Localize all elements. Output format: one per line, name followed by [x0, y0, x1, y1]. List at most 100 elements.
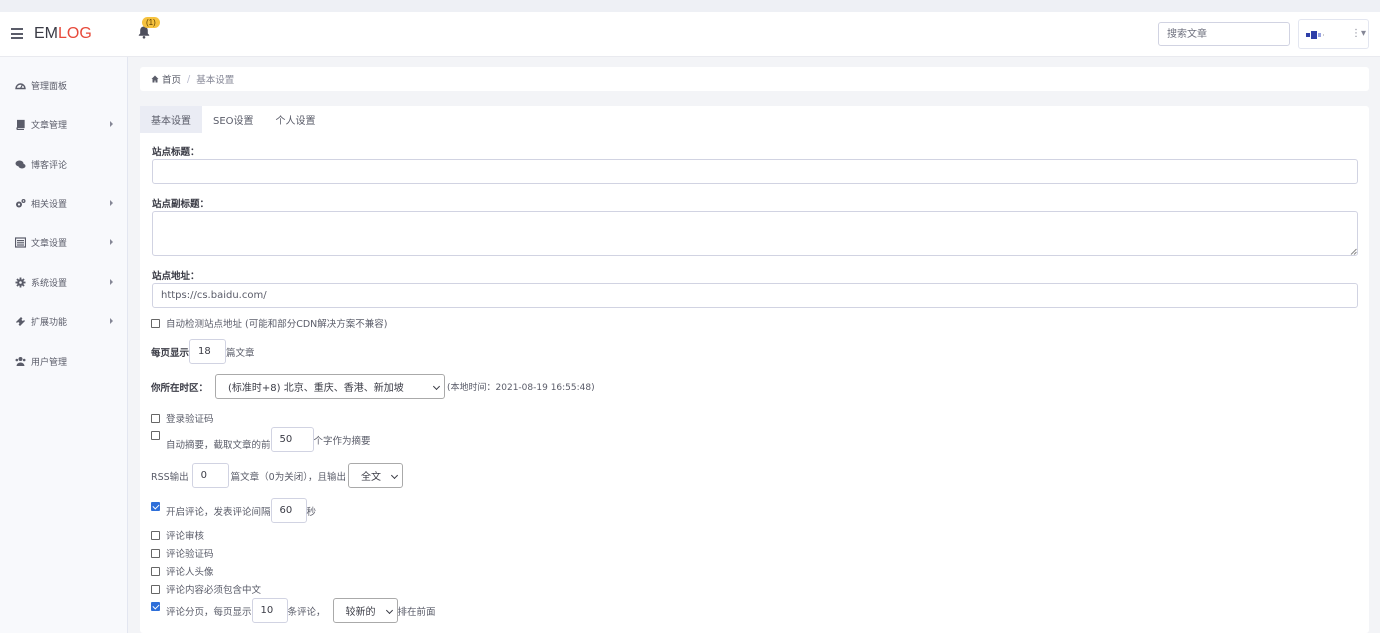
auto-detect-url-checkbox[interactable]: [151, 318, 160, 328]
comment-order-value: 较新的: [345, 607, 376, 618]
sidebar-item-related-settings[interactable]: 相关设置: [0, 186, 128, 220]
auto-excerpt-input[interactable]: [270, 427, 314, 452]
comment-review-option: 评论审核: [151, 528, 204, 542]
settings-card: 基本设置 SEO设置 个人设置 站点标题： 站点副标题： 站点地址： 自动检测站…: [140, 106, 1369, 633]
home-icon: [151, 75, 159, 83]
comment-chinese-checkbox[interactable]: [151, 584, 160, 594]
rss-row: RSS输出 篇文章（0为关闭），且输出 全文: [151, 463, 403, 488]
user-menu-chevron-icon: ⋮▾: [1351, 28, 1367, 39]
timezone-value: (标准时+8) 北京、重庆、香港、新加坡: [228, 383, 404, 394]
brand-log: LOG: [58, 25, 92, 42]
auto-excerpt-prefix: 自动摘要，截取文章的前: [166, 439, 271, 451]
comment-paging-option: 评论分页，每页显示 条评论， 较新的 排在前面: [151, 598, 436, 623]
comment-captcha-option: 评论验证码: [151, 546, 214, 560]
sidebar-item-article-settings[interactable]: 文章设置: [0, 225, 128, 259]
tab-personal-settings[interactable]: 个人设置: [265, 106, 327, 133]
breadcrumb-home-link[interactable]: 首页: [162, 72, 181, 86]
comment-paging-middle: 条评论，: [287, 606, 326, 618]
comment-avatar-checkbox[interactable]: [151, 566, 160, 576]
list-icon: [15, 236, 26, 248]
comments-enable-checkbox[interactable]: [151, 502, 160, 511]
sidebar-item-dashboard[interactable]: 管理面板: [0, 68, 128, 102]
caret-right-icon: [110, 121, 113, 127]
tab-seo-settings[interactable]: SEO设置: [202, 106, 265, 133]
caret-right-icon: [110, 279, 113, 285]
login-captcha-label: 登录验证码: [166, 414, 214, 425]
sidebar-item-posts[interactable]: 文章管理: [0, 107, 128, 141]
brand-em: EM: [34, 25, 58, 42]
sidebar-item-label: 文章管理: [31, 120, 68, 131]
sidebar-item-label: 扩展功能: [31, 317, 68, 328]
per-page-suffix: 篇文章: [226, 347, 255, 359]
tab-basic-settings[interactable]: 基本设置: [140, 106, 202, 133]
local-time-text: (本地时间：2021-08-19 16:55:48): [447, 383, 595, 393]
breadcrumb-separator: /: [187, 73, 191, 85]
brand-logo[interactable]: EMLOG: [34, 25, 92, 43]
resize-grip-icon[interactable]: [1350, 248, 1357, 255]
auto-excerpt-checkbox[interactable]: [151, 431, 160, 440]
comment-review-label: 评论审核: [166, 531, 205, 542]
rss-mode-value: 全文: [360, 472, 381, 483]
avatar: [1306, 31, 1324, 39]
comments-enable-suffix: 秒: [306, 506, 317, 518]
sidebar-item-extensions[interactable]: 扩展功能: [0, 304, 128, 338]
caret-right-icon: [110, 239, 113, 245]
site-subtitle-textarea[interactable]: [152, 211, 1358, 256]
comment-captcha-label: 评论验证码: [166, 549, 214, 560]
chevron-down-icon: [390, 471, 399, 480]
cogs-icon: [16, 198, 26, 207]
auto-detect-url-label: 自动检测站点地址 (可能和部分CDN解决方案不兼容): [166, 319, 388, 330]
per-page-row: 每页显示 篇文章: [151, 339, 255, 364]
gear-icon: [15, 277, 26, 287]
sidebar: 管理面板 文章管理 博客评论 相关设置 文章设置 系统设置 扩展功能 用户管理: [0, 57, 128, 633]
sidebar-item-label: 文章设置: [31, 238, 68, 249]
book-icon: [16, 119, 25, 130]
chevron-down-icon: [385, 606, 393, 615]
comments-per-page-input[interactable]: [251, 598, 288, 623]
comment-captcha-checkbox[interactable]: [151, 548, 160, 558]
top-navbar: EMLOG (1) ⋮▾: [0, 12, 1380, 57]
user-menu[interactable]: ⋮▾: [1298, 19, 1369, 49]
site-url-label: 站点地址：: [152, 271, 200, 282]
auto-excerpt-suffix: 个字作为摘要: [313, 435, 371, 447]
site-url-input[interactable]: [152, 283, 1358, 308]
settings-tabs: 基本设置 SEO设置 个人设置: [140, 106, 327, 133]
comment-review-checkbox[interactable]: [151, 530, 160, 540]
sidebar-item-system-settings[interactable]: 系统设置: [0, 265, 128, 299]
site-title-input[interactable]: [152, 159, 1358, 184]
rss-count-input[interactable]: [191, 463, 229, 488]
puzzle-icon: [16, 316, 25, 326]
comments-enable-prefix: 开启评论，发表评论间隔: [166, 506, 271, 518]
comment-interval-input[interactable]: [270, 498, 307, 523]
comment-order-select[interactable]: 较新的: [332, 598, 398, 623]
search-input[interactable]: [1158, 22, 1290, 46]
caret-right-icon: [110, 318, 113, 324]
per-page-prefix: 每页显示: [151, 347, 190, 359]
sidebar-item-comments[interactable]: 博客评论: [0, 147, 128, 181]
dashboard-icon: [15, 82, 26, 89]
timezone-label: 你所在时区：: [151, 382, 209, 394]
rss-prefix: RSS输出: [151, 471, 189, 483]
comments-icon: [15, 160, 26, 168]
breadcrumb-current: 基本设置: [196, 75, 235, 86]
comment-paging-prefix: 评论分页，每页显示: [166, 606, 252, 618]
menu-toggle-icon[interactable]: [11, 28, 23, 39]
per-page-input[interactable]: [189, 339, 227, 364]
chevron-down-icon: [432, 382, 441, 391]
sidebar-item-label: 用户管理: [31, 357, 68, 368]
site-subtitle-label: 站点副标题：: [152, 199, 210, 210]
login-captcha-checkbox[interactable]: [151, 413, 160, 423]
timezone-select[interactable]: (标准时+8) 北京、重庆、香港、新加坡: [215, 374, 446, 399]
comment-chinese-option: 评论内容必须包含中文: [151, 582, 261, 596]
auto-excerpt-option: 自动摘要，截取文章的前 个字作为摘要: [151, 427, 371, 452]
login-captcha-option: 登录验证码: [151, 411, 214, 425]
rss-middle: 篇文章（0为关闭），且输出: [230, 471, 346, 483]
comment-paging-checkbox[interactable]: [151, 602, 160, 611]
comment-paging-suffix: 排在前面: [397, 606, 436, 618]
sidebar-item-label: 博客评论: [31, 160, 68, 171]
sidebar-item-users[interactable]: 用户管理: [0, 344, 128, 378]
sidebar-item-label: 相关设置: [31, 199, 68, 210]
rss-mode-select[interactable]: 全文: [347, 463, 403, 488]
sidebar-item-label: 系统设置: [31, 278, 68, 289]
notification-badge: (1): [142, 17, 160, 28]
